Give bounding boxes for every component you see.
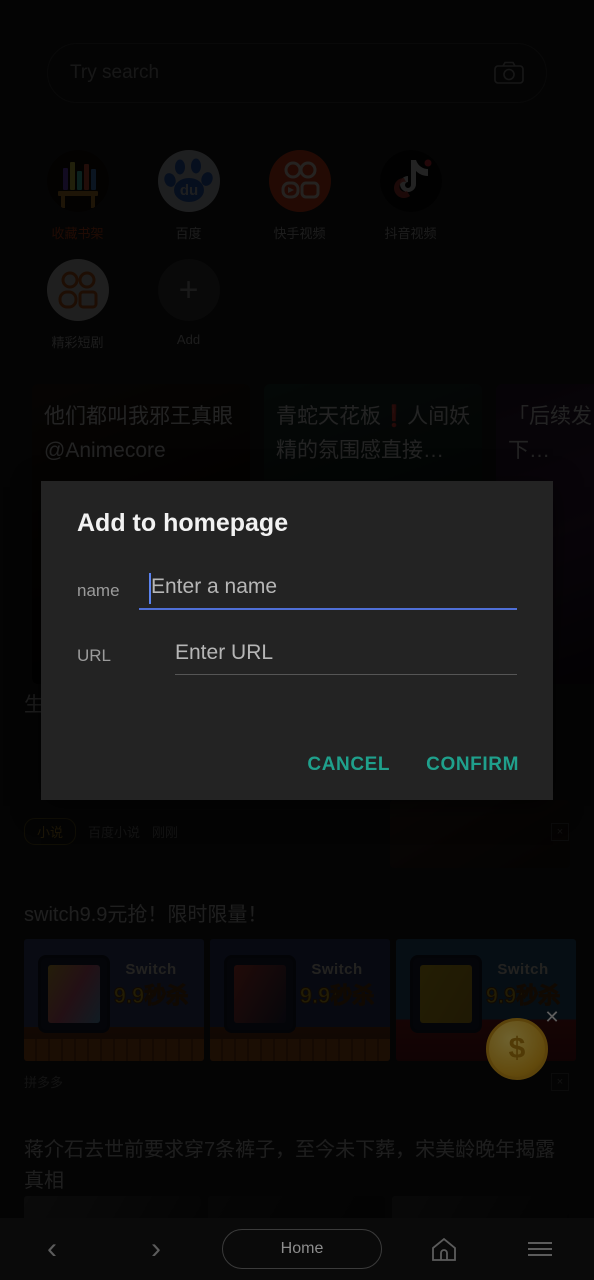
url-field-row: URL Enter URL	[77, 641, 517, 675]
forward-icon[interactable]: ›	[104, 1232, 208, 1266]
name-input[interactable]: Enter a name	[139, 573, 517, 610]
bottom-navigation-bar: ‹ › Home	[0, 1218, 594, 1280]
browser-screen: Try search	[0, 0, 594, 1280]
menu-icon[interactable]	[492, 1239, 588, 1259]
home-pill-label: Home	[280, 1240, 324, 1257]
dialog-title: Add to homepage	[77, 509, 289, 537]
cancel-button[interactable]: CANCEL	[307, 754, 390, 776]
url-input[interactable]: Enter URL	[175, 641, 517, 675]
url-field-label: URL	[77, 646, 112, 665]
name-input-placeholder: Enter a name	[151, 575, 278, 598]
text-caret	[149, 573, 151, 604]
add-to-homepage-dialog: Add to homepage name Enter a name URL En…	[41, 481, 553, 800]
dialog-actions: CANCEL CONFIRM	[307, 754, 519, 776]
home-pill-button[interactable]: Home	[222, 1229, 382, 1269]
back-icon[interactable]: ‹	[0, 1232, 104, 1266]
name-field-label: name	[77, 581, 120, 600]
name-field-row: name Enter a name	[77, 573, 517, 610]
home-icon[interactable]	[396, 1235, 492, 1263]
confirm-button[interactable]: CONFIRM	[426, 754, 519, 776]
url-input-placeholder: Enter URL	[175, 641, 274, 664]
